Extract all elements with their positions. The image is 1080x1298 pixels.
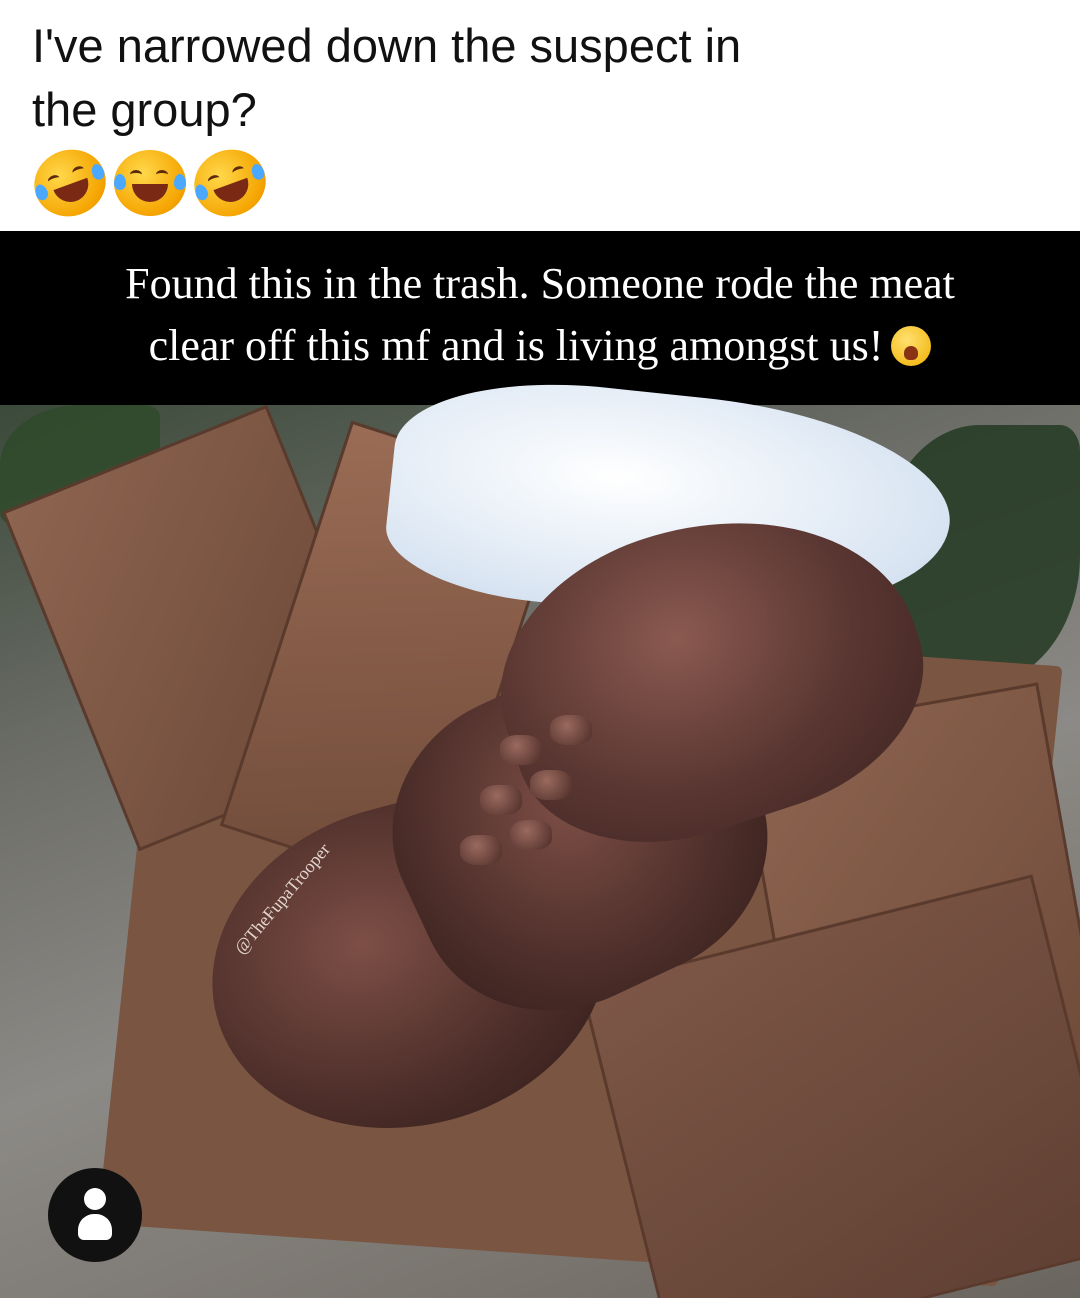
ab-muscle	[550, 715, 592, 745]
caption-line2: clear off this mf and is living amongst …	[148, 321, 884, 370]
ab-muscle	[460, 835, 502, 865]
chocolate-torso	[175, 467, 970, 1172]
caption-line1: Found this in the trash. Someone rode th…	[125, 259, 955, 308]
ab-muscle	[500, 735, 542, 765]
emoji-row	[24, 139, 276, 227]
avatar-head	[84, 1188, 106, 1210]
post-text-line2: the group?	[32, 83, 257, 136]
ab-muscle	[510, 820, 552, 850]
meme-caption: Found this in the trash. Someone rode th…	[20, 253, 1060, 377]
ab-muscle	[530, 770, 572, 800]
avatar-body	[78, 1214, 112, 1240]
tears-of-joy-emoji-icon	[114, 150, 186, 216]
user-avatar-icon[interactable]	[48, 1168, 142, 1262]
meme-image[interactable]: Found this in the trash. Someone rode th…	[0, 231, 1080, 1298]
post-text: I've narrowed down the suspect in the gr…	[32, 14, 1032, 142]
rolling-laughing-emoji-icon	[24, 139, 116, 227]
ab-muscle	[480, 785, 522, 815]
caption-bar: Found this in the trash. Someone rode th…	[0, 231, 1080, 405]
rolling-laughing-emoji-icon	[184, 139, 276, 227]
crying-face-emoji-icon	[891, 326, 932, 366]
post-text-line1: I've narrowed down the suspect in	[32, 19, 742, 72]
post-header: I've narrowed down the suspect in the gr…	[0, 0, 1080, 230]
photo-scene: @TheFupaTrooper	[0, 366, 1080, 1298]
